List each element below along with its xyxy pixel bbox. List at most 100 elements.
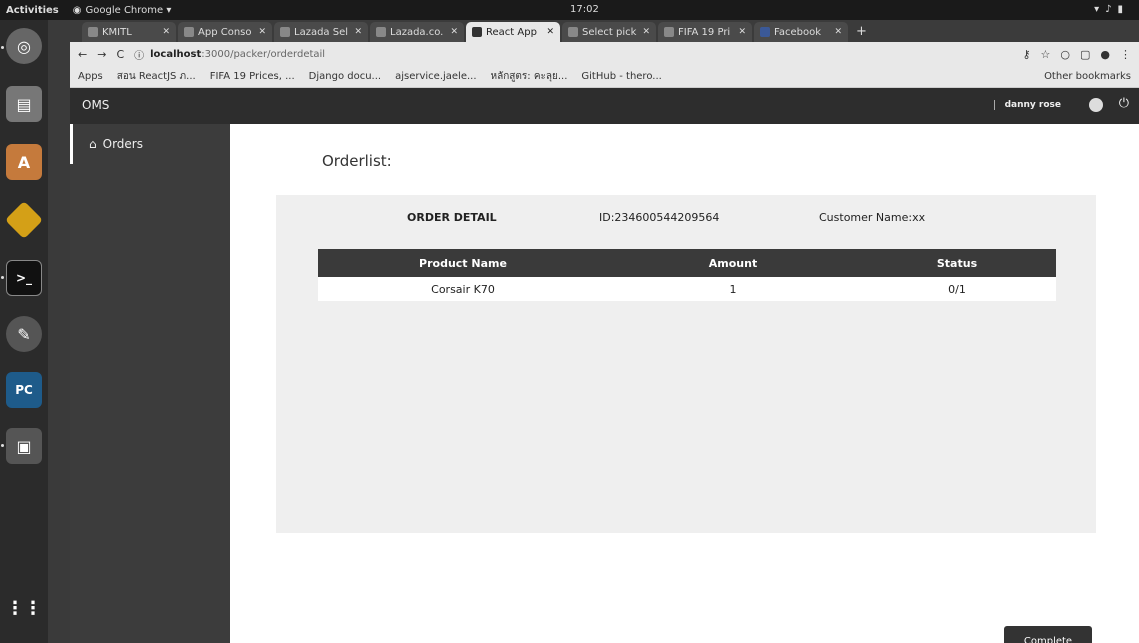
browser-tab[interactable]: Select pick ✕	[562, 22, 656, 42]
order-items-table: Product Name Amount Status Corsair K70 1…	[318, 249, 1056, 301]
address-bar[interactable]: ⓘ localhost:3000/packer/orderdetail	[134, 47, 1012, 62]
avatar[interactable]	[1089, 98, 1103, 112]
bookmark-item[interactable]: FIFA 19 Prices, ...	[210, 71, 295, 82]
tab-label: Lazada Sel	[294, 26, 349, 38]
dock: ◎ ▤ A >_ ✎ PC ▣ ⋮⋮	[0, 20, 48, 643]
app-brand[interactable]: OMS	[82, 98, 109, 112]
bookmark-star-icon[interactable]: ☆	[1041, 48, 1051, 61]
tab-label: FIFA 19 Pri	[678, 26, 731, 38]
close-icon[interactable]: ✕	[834, 27, 842, 37]
browser-tab[interactable]: FIFA 19 Pri ✕	[658, 22, 752, 42]
favicon	[760, 27, 770, 37]
close-icon[interactable]: ✕	[450, 27, 458, 37]
favicon	[88, 27, 98, 37]
sidebar-item-label: Orders	[102, 137, 143, 151]
page-title: Orderlist:	[322, 152, 392, 170]
volume-icon: ♪	[1105, 4, 1118, 15]
browser-tab[interactable]: Lazada.co. ✕	[370, 22, 464, 42]
browser-tab[interactable]: Lazada Sel ✕	[274, 22, 368, 42]
user-name: danny rose	[993, 100, 1061, 110]
bookmark-item[interactable]: ajservice.jaele...	[395, 71, 476, 82]
main-content: Orderlist: ORDER DETAIL ID:2346005442095…	[230, 124, 1139, 643]
browser-toolbar: ← → C ⓘ localhost:3000/packer/orderdetai…	[70, 42, 1139, 66]
profile-icon[interactable]: ●	[1100, 48, 1110, 61]
favicon	[472, 27, 482, 37]
browser-tab[interactable]: App Conso ✕	[178, 22, 272, 42]
url-path: :3000/packer/orderdetail	[201, 48, 326, 60]
app-menu[interactable]: ◉ Google Chrome ▾	[73, 5, 172, 16]
chrome-launcher-icon[interactable]: ◎	[6, 28, 42, 64]
pen-app-icon[interactable]: ✎	[6, 316, 42, 352]
files-launcher-icon[interactable]: ▤	[6, 86, 42, 122]
tab-strip: KMITL ✕ App Conso ✕ Lazada Sel ✕ Lazada.co.…	[70, 20, 1139, 42]
extension-icon[interactable]: ○	[1060, 48, 1070, 61]
bookmark-item[interactable]: สอน ReactJS ภ...	[117, 69, 196, 84]
chrome-icon: ◉	[72, 4, 82, 16]
home-icon: ⌂	[89, 137, 97, 151]
other-bookmarks[interactable]: Other bookmarks	[1044, 71, 1131, 82]
show-apps-icon[interactable]: ⋮⋮	[6, 590, 42, 626]
column-header: Amount	[608, 249, 858, 277]
forward-icon[interactable]: →	[97, 48, 106, 61]
browser-tab[interactable]: Facebook ✕	[754, 22, 848, 42]
tab-label: App Conso	[198, 26, 252, 38]
order-detail-panel: ORDER DETAIL ID:234600544209564 Customer…	[276, 195, 1096, 533]
favicon	[280, 27, 290, 37]
bookmark-item[interactable]: หลักสูตร: คะลุย...	[491, 69, 568, 84]
table-header-row: Product Name Amount Status	[318, 249, 1056, 277]
battery-icon: ▮	[1117, 4, 1129, 15]
bookmark-item[interactable]: GitHub - thero...	[581, 71, 661, 82]
new-tab-button[interactable]: +	[856, 24, 867, 39]
running-indicator	[1, 444, 4, 447]
complete-button[interactable]: Complete	[1004, 626, 1092, 643]
tab-label: React App	[486, 26, 537, 38]
bookmark-item[interactable]: Django docu...	[309, 71, 381, 82]
back-icon[interactable]: ←	[78, 48, 87, 61]
browser-window: KMITL ✕ App Conso ✕ Lazada Sel ✕ Lazada.co.…	[70, 20, 1139, 643]
url-host: localhost	[150, 48, 202, 60]
close-icon[interactable]: ✕	[546, 27, 554, 37]
favicon	[664, 27, 674, 37]
system-tray[interactable]: ▾♪▮	[1094, 4, 1129, 15]
menu-icon[interactable]: ⋮	[1120, 48, 1131, 61]
running-indicator	[1, 276, 4, 279]
tab-label: Select pick	[582, 26, 637, 38]
running-indicator	[1, 46, 4, 49]
document-viewer-icon[interactable]: ▣	[6, 428, 42, 464]
app-header: OMS danny rose ⏻	[70, 88, 1139, 124]
browser-tab[interactable]: KMITL ✕	[82, 22, 176, 42]
power-icon[interactable]: ⏻	[1119, 96, 1129, 111]
tab-label: Lazada.co.	[390, 26, 444, 38]
close-icon[interactable]: ✕	[738, 27, 746, 37]
terminal-icon[interactable]: >_	[6, 260, 42, 296]
amount-cell: 1	[608, 277, 858, 301]
column-header: Product Name	[318, 249, 608, 277]
close-icon[interactable]: ✕	[162, 27, 170, 37]
favicon	[568, 27, 578, 37]
pycharm-icon[interactable]: PC	[6, 372, 42, 408]
extension-icon[interactable]: ▢	[1080, 48, 1090, 61]
favicon	[376, 27, 386, 37]
sidebar-item-orders[interactable]: ⌂ Orders	[70, 124, 230, 164]
bookmarks-bar: Apps สอน ReactJS ภ... FIFA 19 Prices, ..…	[70, 66, 1139, 88]
system-clock[interactable]: 17:02	[570, 4, 599, 15]
software-center-icon[interactable]: A	[6, 144, 42, 180]
table-row[interactable]: Corsair K70 1 0/1	[318, 277, 1056, 301]
tab-label: KMITL	[102, 26, 132, 38]
info-icon: ⓘ	[134, 50, 145, 62]
tab-label: Facebook	[774, 26, 821, 38]
close-icon[interactable]: ✕	[642, 27, 650, 37]
order-detail-heading: ORDER DETAIL	[407, 211, 497, 224]
browser-tab-active[interactable]: React App ✕	[466, 22, 560, 42]
status-cell: 0/1	[858, 277, 1056, 301]
bookmark-apps[interactable]: Apps	[78, 71, 103, 82]
favicon	[184, 27, 194, 37]
reload-icon[interactable]: C	[116, 48, 124, 61]
key-icon[interactable]: ⚷	[1022, 48, 1030, 61]
column-header: Status	[858, 249, 1056, 277]
app-menu-label: Google Chrome ▾	[85, 4, 172, 16]
close-icon[interactable]: ✕	[354, 27, 362, 37]
activities-button[interactable]: Activities	[6, 5, 59, 16]
app-diamond-icon[interactable]	[4, 200, 44, 240]
close-icon[interactable]: ✕	[258, 27, 266, 37]
